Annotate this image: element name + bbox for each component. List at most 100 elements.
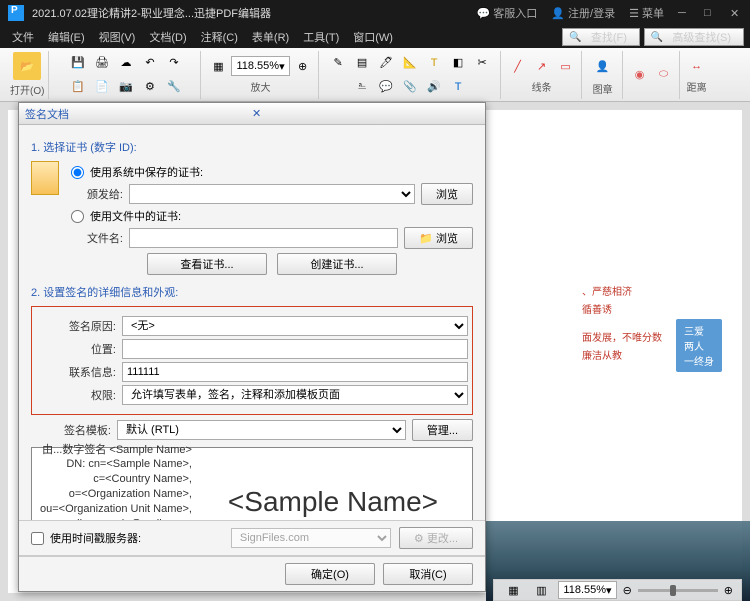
dialog-close-icon[interactable]: ✕	[252, 107, 479, 120]
minimize-icon[interactable]: ─	[678, 7, 690, 19]
zoom-combo[interactable]: 118.55% ▾	[231, 56, 289, 76]
radio-file-cert[interactable]	[71, 210, 84, 223]
mindmap: 、严慈相济 循善诱 面发展，不唯分数 廉洁从教 三爱 两人 一终身	[582, 280, 722, 372]
more-button: ⚙ 更改...	[399, 527, 473, 549]
undo-icon[interactable]: ↶	[139, 52, 161, 74]
contact-input[interactable]	[122, 362, 468, 382]
zoom-label: 放大	[251, 79, 271, 94]
zoom-in-btn[interactable]: ⊕	[724, 584, 733, 597]
layout1-icon[interactable]: ▦	[502, 579, 524, 601]
redo-icon[interactable]: ↷	[163, 52, 185, 74]
ok-button[interactable]: 确定(O)	[285, 563, 375, 585]
strike-icon[interactable]: ✂	[471, 52, 493, 74]
close-icon[interactable]: ✕	[730, 7, 742, 19]
maximize-icon[interactable]: □	[704, 7, 716, 19]
rect-icon[interactable]: ▭	[555, 55, 577, 77]
misc1-icon[interactable]: ⚙	[139, 76, 161, 98]
preview-left: 由...数字签名 <Sample Name> DN: cn=<Sample Na…	[40, 443, 192, 520]
dialog-title: 签名文档	[25, 106, 252, 122]
zoom-slider[interactable]	[638, 589, 718, 592]
contact-label: 联系信息:	[36, 364, 116, 380]
textbox-icon[interactable]: T	[447, 76, 469, 98]
edit4-icon[interactable]: 📐	[399, 52, 421, 74]
menu-link[interactable]: ☰ 菜单	[629, 5, 664, 21]
radio-sys-label: 使用系统中保存的证书:	[90, 164, 203, 180]
zoom-out-btn[interactable]: ⊖	[623, 584, 632, 597]
ts-label: 使用时间戳服务器:	[50, 530, 141, 546]
stamp-icon[interactable]: 👤	[588, 53, 618, 79]
loc-input[interactable]	[122, 339, 468, 359]
edit2-icon[interactable]: ▤	[351, 52, 373, 74]
text-icon[interactable]: T	[423, 52, 445, 74]
edit1-icon[interactable]: ✎	[327, 52, 349, 74]
mm-text-2: 循善诱	[582, 301, 722, 316]
menubar: 文件 编辑(E) 视图(V) 文档(D) 注释(C) 表单(R) 工具(T) 窗…	[0, 26, 750, 48]
radio-sys-cert[interactable]	[71, 166, 84, 179]
menu-file[interactable]: 文件	[6, 27, 40, 47]
login-link[interactable]: 👤 注册/登录	[551, 5, 615, 21]
eraser2-icon[interactable]: ⬭	[653, 64, 675, 86]
loc-label: 位置:	[36, 341, 116, 357]
paste-icon[interactable]: 📄	[91, 76, 113, 98]
file-label: 文件名:	[71, 230, 123, 246]
menu-tool[interactable]: 工具(T)	[297, 27, 345, 47]
under-icon[interactable]: ⎁	[351, 76, 373, 98]
arrow-icon[interactable]: ↗	[531, 55, 553, 77]
menu-annot[interactable]: 注释(C)	[195, 27, 244, 47]
scan-icon[interactable]: 📷	[115, 76, 137, 98]
eraser-icon[interactable]: ◉	[629, 64, 651, 86]
zoom-in-icon[interactable]: ⊕	[292, 55, 314, 77]
distance-icon[interactable]: ↔	[686, 55, 708, 77]
mm-text-4: 廉洁从教	[582, 347, 662, 362]
open-icon[interactable]: 📂	[13, 52, 41, 80]
manage-button[interactable]: 管理...	[412, 419, 473, 441]
line-icon[interactable]: ╱	[507, 55, 529, 77]
highlight-icon[interactable]: ◧	[447, 52, 469, 74]
print-icon[interactable]: 🖨	[91, 52, 113, 74]
browse-button-1[interactable]: 浏览	[421, 183, 473, 205]
tmpl-select[interactable]: 默认 (RTL)	[117, 420, 406, 440]
perm-select[interactable]: 允许填写表单，签名，注释和添加模板页面	[122, 385, 468, 405]
browse-button-2[interactable]: 📁 浏览	[404, 227, 473, 249]
customer-link[interactable]: 💬 客服入口	[476, 5, 537, 21]
copy-icon[interactable]: 📋	[67, 76, 89, 98]
ts-select: SignFiles.com	[231, 528, 391, 548]
layout2-icon[interactable]: ▥	[530, 579, 552, 601]
save-icon[interactable]: 💾	[67, 52, 89, 74]
issuer-select[interactable]	[129, 184, 415, 204]
attach-icon[interactable]: 📎	[399, 76, 421, 98]
preview-big: <Sample Name>	[202, 487, 464, 518]
status-zoom[interactable]: 118.55% ▾	[558, 581, 616, 599]
file-input[interactable]	[129, 228, 398, 248]
mm-text-3: 面发展，不唯分数	[582, 329, 662, 344]
view-cert-button[interactable]: 查看证书...	[147, 253, 267, 275]
reason-select[interactable]: <无>	[122, 316, 468, 336]
misc2-icon[interactable]: 🔧	[163, 76, 185, 98]
open-label: 打开(O)	[10, 82, 44, 97]
menu-doc[interactable]: 文档(D)	[143, 27, 192, 47]
note-icon[interactable]: 💬	[375, 76, 397, 98]
fit-page-icon[interactable]: ▦	[207, 55, 229, 77]
ts-checkbox[interactable]	[31, 532, 44, 545]
menu-form[interactable]: 表单(R)	[246, 27, 295, 47]
create-cert-button[interactable]: 创建证书...	[277, 253, 397, 275]
cloud-icon[interactable]: ☁	[115, 52, 137, 74]
radio-file-label: 使用文件中的证书:	[90, 208, 181, 224]
statusbar: ▦ ▥ 118.55% ▾ ⊖ ⊕	[493, 579, 742, 601]
search-button[interactable]: 🔍 查找(F)	[562, 28, 640, 46]
dialog-titlebar: 签名文档 ✕	[19, 103, 485, 125]
preview-area[interactable]: 由...数字签名 <Sample Name> DN: cn=<Sample Na…	[31, 447, 473, 520]
menu-edit[interactable]: 编辑(E)	[42, 27, 91, 47]
section2-head: 2. 设置签名的详细信息和外观:	[31, 284, 473, 300]
reason-label: 签名原因:	[36, 318, 116, 334]
details-redbox: 签名原因: <无> 位置: 联系信息: 权限: 允许填写表单，签名，注释和添加模…	[31, 306, 473, 415]
mm-text-1: 、严慈相济	[582, 283, 722, 298]
edit3-icon[interactable]: 🖊	[375, 52, 397, 74]
sound-icon[interactable]: 🔊	[423, 76, 445, 98]
adv-search-button[interactable]: 🔍 高级查找(S)	[644, 28, 744, 46]
menu-view[interactable]: 视图(V)	[93, 27, 142, 47]
section1-head: 1. 选择证书 (数字 ID):	[31, 139, 473, 155]
cancel-button[interactable]: 取消(C)	[383, 563, 473, 585]
lines-label: 线条	[532, 79, 552, 94]
menu-window[interactable]: 窗口(W)	[347, 27, 399, 47]
